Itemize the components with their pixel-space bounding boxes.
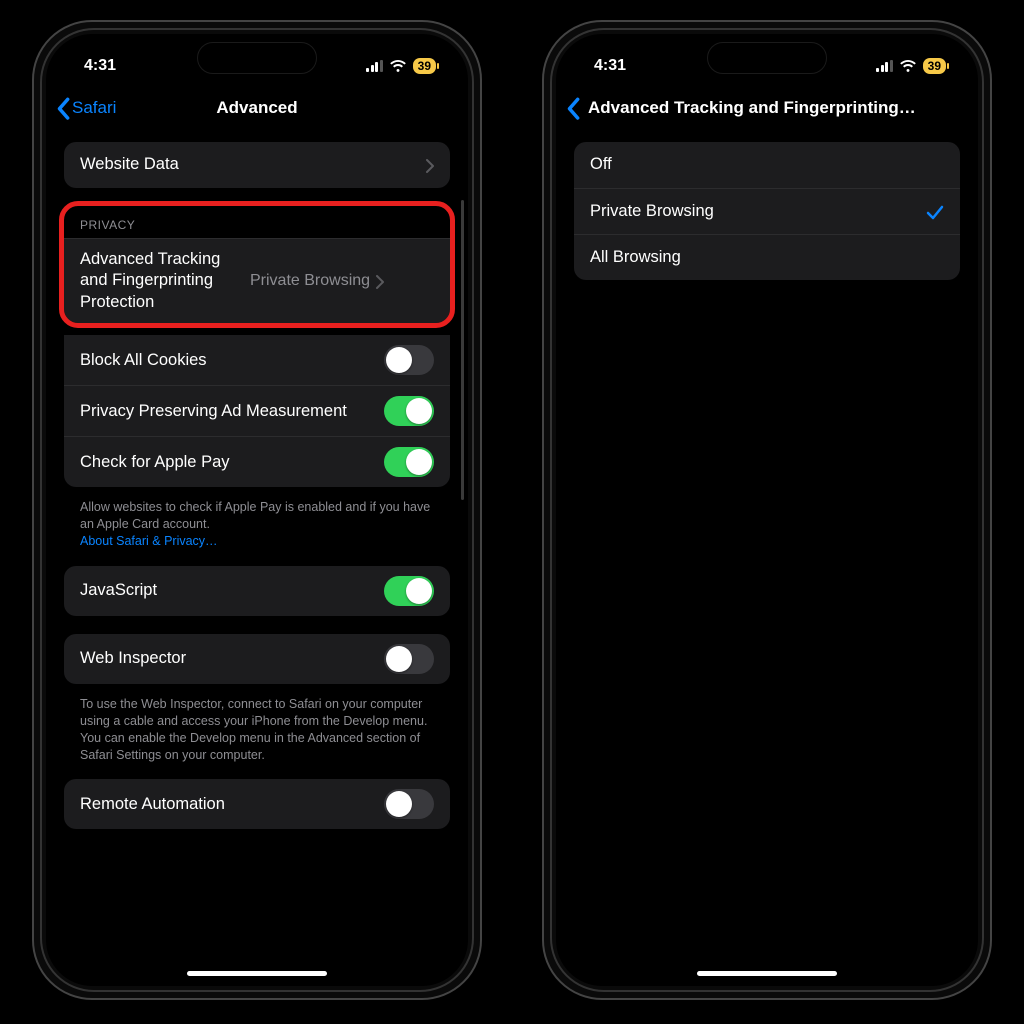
dynamic-island [707,42,827,74]
home-indicator[interactable] [697,971,837,976]
row-label: Web Inspector [80,648,384,669]
privacy-highlight-box: PRIVACY Advanced Tracking and Fingerprin… [64,206,450,323]
toggle-ppam[interactable] [384,396,434,426]
option-label: Private Browsing [590,201,926,222]
row-label: Block All Cookies [80,350,384,371]
chevron-right-icon [376,274,384,288]
about-privacy-link[interactable]: About Safari & Privacy… [80,534,218,548]
page-title: Advanced [216,98,297,118]
chevron-right-icon [426,158,434,172]
footer-web-inspector: To use the Web Inspector, connect to Saf… [64,690,450,780]
section-header-privacy: PRIVACY [64,206,450,238]
battery-icon: 39 [413,58,436,74]
home-indicator[interactable] [187,971,327,976]
row-apple-pay[interactable]: Check for Apple Pay [64,436,450,487]
phone-right: 4:31 39 Advanced Tracking and Fingerprin… [542,20,992,1000]
dynamic-island [197,42,317,74]
chevron-back-icon [566,97,580,119]
nav-bar: Safari Advanced [48,86,466,130]
toggle-remote-automation[interactable] [384,789,434,819]
cellular-icon [366,60,383,72]
toggle-javascript[interactable] [384,576,434,606]
row-value: Private Browsing [250,271,370,292]
back-button[interactable] [566,97,580,119]
option-label: Off [590,154,944,175]
toggle-apple-pay[interactable] [384,447,434,477]
battery-icon: 39 [923,58,946,74]
row-ppam[interactable]: Privacy Preserving Ad Measurement [64,385,450,436]
row-remote-automation[interactable]: Remote Automation [64,779,450,829]
status-time: 4:31 [84,57,116,75]
options-content: Off Private Browsing All Browsing [558,130,976,298]
row-label: Privacy Preserving Ad Measurement [80,401,384,422]
row-website-data[interactable]: Website Data [64,142,450,188]
chevron-back-icon [56,97,70,119]
toggle-web-inspector[interactable] [384,644,434,674]
toggle-block-cookies[interactable] [384,345,434,375]
footer-apple-pay: Allow websites to check if Apple Pay is … [64,493,450,566]
row-web-inspector[interactable]: Web Inspector [64,634,450,684]
checkmark-icon [926,203,944,221]
nav-bar: Advanced Tracking and Fingerprinting… [558,86,976,130]
row-label: Remote Automation [80,794,384,815]
wifi-icon [389,59,407,73]
row-label: JavaScript [80,580,384,601]
row-label: Advanced Tracking and Fingerprinting Pro… [80,249,250,313]
option-private-browsing[interactable]: Private Browsing [574,188,960,234]
row-block-cookies[interactable]: Block All Cookies [64,335,450,385]
row-label: Check for Apple Pay [80,452,384,473]
row-tracking-protection[interactable]: Advanced Tracking and Fingerprinting Pro… [64,238,450,323]
cellular-icon [876,60,893,72]
back-label: Safari [72,98,116,118]
settings-content[interactable]: Website Data PRIVACY Advanced Tracking a… [48,130,466,964]
status-time: 4:31 [594,57,626,75]
row-label: Website Data [80,154,426,175]
option-all-browsing[interactable]: All Browsing [574,234,960,280]
phone-left: 4:31 39 Safari Advanced [32,20,482,1000]
scrollbar[interactable] [461,200,464,500]
back-button[interactable]: Safari [56,97,116,119]
wifi-icon [899,59,917,73]
option-off[interactable]: Off [574,142,960,188]
option-label: All Browsing [590,247,944,268]
page-title: Advanced Tracking and Fingerprinting… [588,98,968,118]
row-javascript[interactable]: JavaScript [64,566,450,616]
